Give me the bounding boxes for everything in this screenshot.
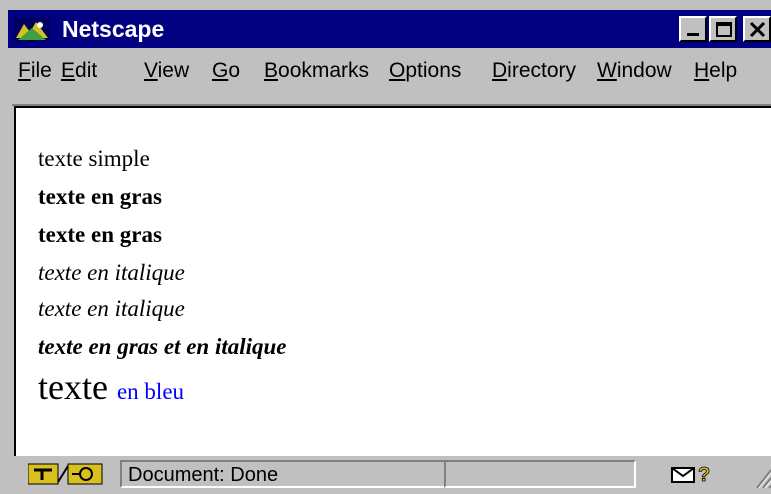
italic-text: texte en italique: [38, 260, 185, 285]
question-icon: ?: [698, 464, 710, 486]
mail-icon[interactable]: ?: [670, 462, 720, 486]
menu-bar: File Edit View Go Bookmarks Options Dire…: [8, 50, 771, 92]
bold-italic-text: texte en gras et en italique: [38, 334, 287, 359]
maximize-button[interactable]: [709, 16, 737, 42]
minimize-button[interactable]: [679, 16, 707, 42]
menu-directory[interactable]: Directory: [492, 58, 576, 84]
bold-text: texte en gras: [38, 222, 162, 247]
menu-options[interactable]: Options: [389, 58, 461, 84]
italic-text: texte en italique: [38, 296, 185, 321]
close-icon: [749, 21, 766, 38]
window-title: Netscape: [62, 16, 165, 42]
title-bar[interactable]: Netscape: [8, 10, 771, 48]
netscape-logo-icon: [14, 18, 50, 42]
plain-text: texte simple: [38, 146, 150, 171]
document-view[interactable]: texte simple texte en gras texte en gras…: [12, 104, 771, 456]
menu-file[interactable]: File: [18, 58, 52, 84]
close-button[interactable]: [743, 16, 771, 42]
minimize-icon: [687, 33, 699, 36]
maximize-icon: [716, 22, 732, 37]
menu-window[interactable]: Window: [597, 58, 672, 84]
bold-text: texte en gras: [38, 184, 162, 209]
status-field: Document: Done: [120, 460, 446, 488]
menu-help[interactable]: Help: [694, 58, 737, 84]
status-bar: Document: Done ?: [8, 458, 771, 494]
menu-edit[interactable]: Edit: [61, 58, 97, 84]
browser-window: Netscape File Edit View Go Bookmarks Opt…: [0, 0, 771, 494]
blue-text: en bleu: [116, 379, 185, 404]
status-text: Document: Done: [128, 464, 279, 486]
menu-go[interactable]: Go: [212, 58, 240, 84]
progress-field: [444, 460, 636, 488]
security-key-icon[interactable]: [28, 462, 106, 486]
resize-grip-icon[interactable]: [753, 464, 771, 490]
menu-bookmarks[interactable]: Bookmarks: [264, 58, 369, 84]
large-text: texte: [38, 367, 108, 407]
menu-view[interactable]: View: [144, 58, 189, 84]
large-text-line: texte en bleu: [38, 366, 184, 408]
